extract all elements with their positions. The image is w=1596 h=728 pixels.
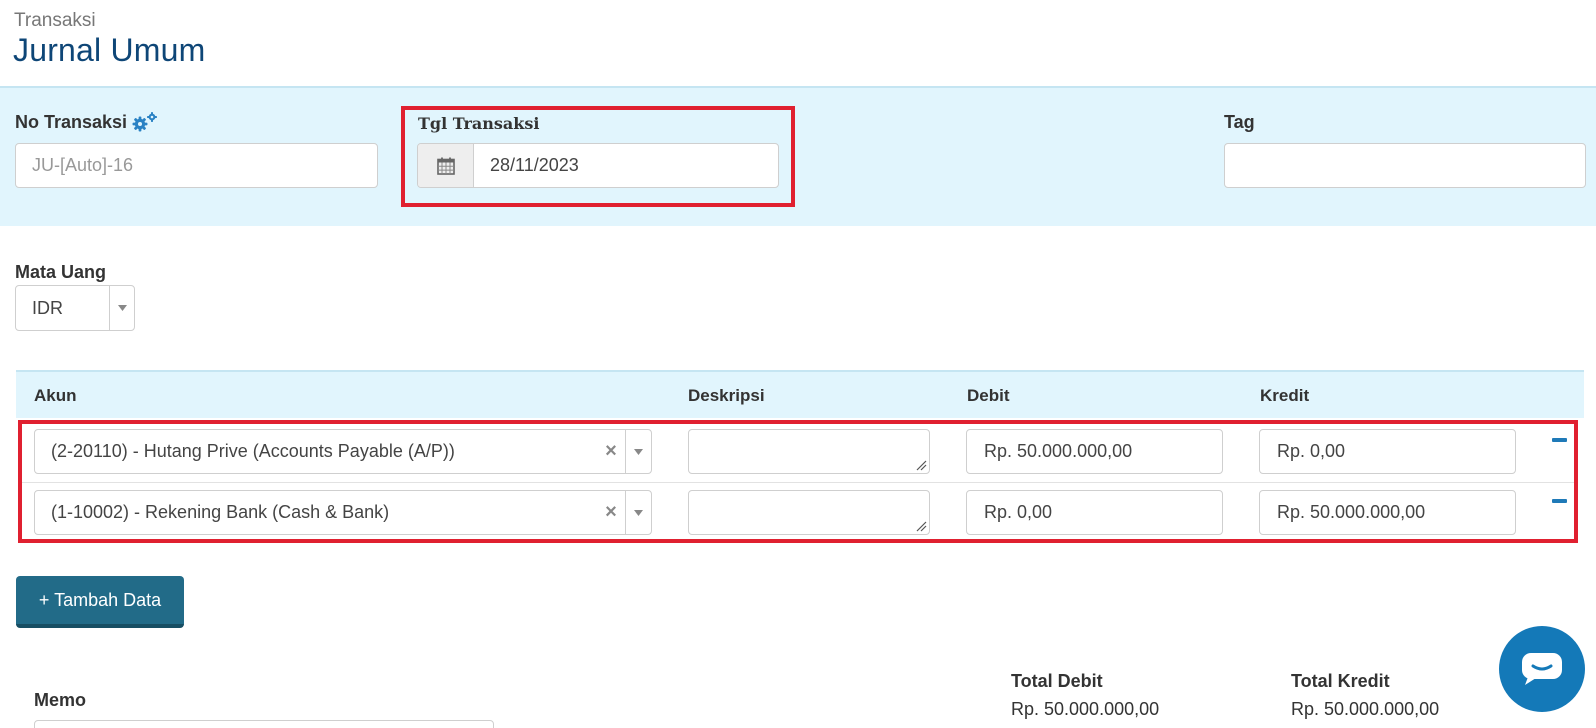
akun-value: (2-20110) - Hutang Prive (Accounts Payab… <box>51 441 455 461</box>
resize-grip-icon[interactable] <box>915 520 927 532</box>
add-row-button[interactable]: + Tambah Data <box>16 576 184 628</box>
resize-grip-icon[interactable] <box>915 459 927 471</box>
breadcrumb: Transaksi <box>14 10 96 31</box>
akun-select-row-2[interactable]: (1-10002) - Rekening Bank (Cash & Bank) … <box>34 490 652 535</box>
akun-value: (1-10002) - Rekening Bank (Cash & Bank) <box>51 502 390 522</box>
tgl-transaksi-datepicker[interactable]: 28/11/2023 <box>417 143 779 188</box>
gear-icon[interactable] <box>131 111 161 133</box>
kredit-input-row-1[interactable]: Rp. 0,00 <box>1259 429 1516 474</box>
chat-button[interactable] <box>1499 626 1585 712</box>
memo-textarea[interactable] <box>34 720 494 728</box>
chevron-down-icon[interactable] <box>109 286 134 330</box>
journal-table-header: Akun Deskripsi Debit Kredit <box>16 370 1584 418</box>
total-debit-value: Rp. 50.000.000,00 <box>1011 699 1160 719</box>
akun-select-row-1[interactable]: (2-20110) - Hutang Prive (Accounts Payab… <box>34 429 652 474</box>
row-divider <box>20 482 1574 483</box>
mata-uang-select[interactable]: IDR <box>15 285 135 331</box>
calendar-icon <box>436 157 455 175</box>
memo-label: Memo <box>34 690 87 710</box>
tgl-transaksi-label: Tgl Transaksi <box>418 114 540 133</box>
mata-uang-value: IDR <box>32 297 63 318</box>
minus-icon[interactable] <box>1552 438 1567 442</box>
debit-input-row-2[interactable]: Rp. 0,00 <box>966 490 1223 535</box>
tag-input[interactable] <box>1224 143 1586 188</box>
column-header-debit: Debit <box>967 386 1010 405</box>
no-transaksi-input[interactable]: JU-[Auto]-16 <box>15 143 378 188</box>
minus-icon[interactable] <box>1552 499 1567 503</box>
mata-uang-label: Mata Uang <box>15 262 107 282</box>
no-transaksi-placeholder: JU-[Auto]-16 <box>32 155 134 175</box>
total-kredit-value: Rp. 50.000.000,00 <box>1291 699 1440 719</box>
close-icon[interactable]: × <box>597 430 625 473</box>
chat-icon <box>1522 653 1562 685</box>
tag-label: Tag <box>1224 112 1255 132</box>
calendar-button[interactable] <box>418 144 474 187</box>
column-header-deskripsi: Deskripsi <box>688 386 765 405</box>
chevron-down-icon[interactable] <box>625 430 651 473</box>
tgl-transaksi-value[interactable]: 28/11/2023 <box>474 144 778 187</box>
kredit-input-row-2[interactable]: Rp. 50.000.000,00 <box>1259 490 1516 535</box>
deskripsi-textarea-row-1[interactable] <box>688 429 930 474</box>
close-icon[interactable]: × <box>597 491 625 534</box>
debit-input-row-1[interactable]: Rp. 50.000.000,00 <box>966 429 1223 474</box>
total-kredit-label: Total Kredit <box>1291 671 1390 691</box>
column-header-akun: Akun <box>34 386 77 405</box>
column-header-kredit: Kredit <box>1260 386 1310 405</box>
no-transaksi-label: No Transaksi <box>15 112 128 132</box>
deskripsi-textarea-row-2[interactable] <box>688 490 930 535</box>
chevron-down-icon[interactable] <box>625 491 651 534</box>
total-debit-label: Total Debit <box>1011 671 1103 691</box>
page-title: Jurnal Umum <box>13 32 206 68</box>
